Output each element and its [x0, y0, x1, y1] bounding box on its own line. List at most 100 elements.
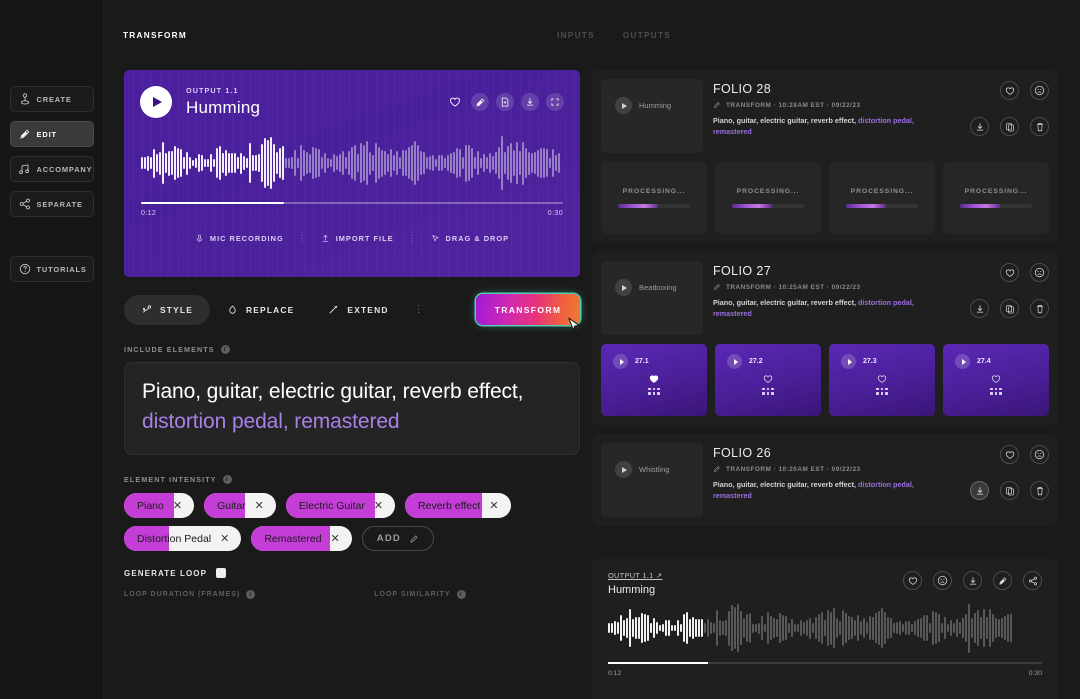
- processing-card[interactable]: PROCESSING...: [715, 162, 821, 234]
- download-icon[interactable]: [970, 117, 989, 136]
- result-card[interactable]: 27.3: [829, 344, 935, 416]
- folio-card[interactable]: Whistling FOLIO 26 TRANSFORM · 10:20AM EST…: [592, 434, 1058, 526]
- dislike-face-icon[interactable]: [933, 571, 952, 590]
- play-button[interactable]: [727, 354, 742, 369]
- transform-button[interactable]: TRANSFORM: [476, 294, 580, 331]
- more-options-icon[interactable]: ⋮: [406, 304, 432, 315]
- intensity-tag[interactable]: Reverb effect ✕: [405, 493, 511, 518]
- bottom-waveform[interactable]: [608, 600, 1042, 656]
- remove-tag-icon[interactable]: ✕: [220, 532, 229, 545]
- folio-thumbnail[interactable]: Whistling: [601, 443, 703, 517]
- favorite-icon[interactable]: [991, 374, 1001, 384]
- favorite-icon[interactable]: [877, 374, 887, 384]
- import-file-option[interactable]: IMPORT FILE: [307, 234, 408, 243]
- edit-icon[interactable]: [993, 571, 1012, 590]
- folio-card[interactable]: Humming FOLIO 28 TRANSFORM · 10:28AM EST ·…: [592, 70, 1058, 243]
- favorite-icon[interactable]: [1000, 263, 1019, 282]
- info-icon[interactable]: i: [456, 590, 466, 599]
- play-button[interactable]: [615, 97, 632, 114]
- bottom-player-kicker[interactable]: OUTPUT 1.1 ↗: [608, 571, 662, 580]
- remove-tag-icon[interactable]: ✕: [173, 499, 182, 512]
- remove-tag-icon[interactable]: ✕: [331, 532, 340, 545]
- dislike-face-icon[interactable]: [1030, 81, 1049, 100]
- folio-meta-text: TRANSFORM · 10:20AM EST · 09/22/23: [726, 465, 861, 473]
- style-button[interactable]: STYLE: [124, 294, 210, 325]
- favorite-icon[interactable]: [446, 93, 464, 111]
- favorite-icon[interactable]: [903, 571, 922, 590]
- result-card[interactable]: 27.4: [943, 344, 1049, 416]
- processing-card[interactable]: PROCESSING...: [601, 162, 707, 234]
- grid-menu-icon[interactable]: [876, 388, 888, 395]
- drag-drop-option[interactable]: DRAG & DROP: [417, 234, 524, 243]
- extend-button[interactable]: EXTEND: [311, 295, 405, 325]
- sidebar-item-tutorials[interactable]: TUTORIALS: [9, 256, 94, 282]
- prompt-plain-text: Piano, guitar, electric guitar, reverb e…: [142, 380, 524, 403]
- favorite-icon[interactable]: [649, 374, 659, 384]
- grid-menu-icon[interactable]: [990, 388, 1002, 395]
- edit-icon[interactable]: [471, 93, 489, 111]
- upload-icon: [322, 234, 329, 242]
- player-progress-track[interactable]: [141, 202, 563, 204]
- dislike-face-icon[interactable]: [1030, 445, 1049, 464]
- play-button[interactable]: [615, 279, 632, 296]
- grid-menu-icon[interactable]: [648, 388, 660, 395]
- generate-loop-row[interactable]: GENERATE LOOP: [124, 568, 580, 578]
- remove-tag-icon[interactable]: ✕: [374, 499, 383, 512]
- favorite-icon[interactable]: [763, 374, 773, 384]
- favorite-icon[interactable]: [1000, 445, 1019, 464]
- copy-icon[interactable]: [1000, 481, 1019, 500]
- info-icon[interactable]: i: [222, 475, 232, 484]
- play-button[interactable]: [615, 461, 632, 478]
- intensity-tag[interactable]: Distortion Pedal ✕: [124, 526, 242, 551]
- folio-description: Piano, guitar, electric guitar, reverb e…: [713, 480, 943, 502]
- intensity-tag[interactable]: Electric Guitar ✕: [285, 493, 396, 518]
- file-icon[interactable]: [496, 93, 514, 111]
- result-card[interactable]: 27.2: [715, 344, 821, 416]
- sidebar-item-create[interactable]: CREATE: [9, 86, 94, 112]
- edit-pencil-icon: [714, 466, 720, 472]
- generate-loop-checkbox[interactable]: [216, 568, 227, 578]
- folio-thumbnail[interactable]: Humming: [601, 79, 703, 153]
- processing-label: PROCESSING...: [736, 188, 800, 195]
- favorite-icon[interactable]: [1000, 81, 1019, 100]
- intensity-tag[interactable]: Remastered ✕: [251, 526, 352, 551]
- folio-card[interactable]: Beatboxing FOLIO 27 TRANSFORM · 10:25AM ES…: [592, 252, 1058, 425]
- dislike-face-icon[interactable]: [1030, 263, 1049, 282]
- download-icon[interactable]: [970, 299, 989, 318]
- folio-list-panel[interactable]: Humming FOLIO 28 TRANSFORM · 10:28AM EST ·…: [580, 0, 1080, 699]
- delete-icon[interactable]: [1030, 481, 1049, 500]
- intensity-tag[interactable]: Guitar ✕: [204, 493, 276, 518]
- add-tag-button[interactable]: ADD: [361, 526, 434, 551]
- remove-tag-icon[interactable]: ✕: [255, 499, 264, 512]
- include-elements-input[interactable]: Piano, guitar, electric guitar, reverb e…: [124, 362, 580, 455]
- replace-button[interactable]: REPLACE: [210, 295, 311, 325]
- play-button[interactable]: [613, 354, 628, 369]
- sidebar-item-edit[interactable]: EDIT: [9, 121, 94, 147]
- sidebar-item-separate[interactable]: SEPARATE: [9, 191, 94, 217]
- expand-icon[interactable]: [546, 93, 564, 111]
- download-icon[interactable]: [970, 481, 989, 500]
- info-icon[interactable]: i: [246, 590, 256, 599]
- copy-icon[interactable]: [1000, 117, 1019, 136]
- copy-icon[interactable]: [1000, 299, 1019, 318]
- mic-recording-option[interactable]: MIC RECORDING: [181, 234, 298, 243]
- play-button[interactable]: [140, 86, 172, 118]
- sidebar-item-accompany[interactable]: ACCOMPANY: [9, 156, 94, 182]
- result-card[interactable]: 27.1: [601, 344, 707, 416]
- grid-menu-icon[interactable]: [762, 388, 774, 395]
- intensity-tag[interactable]: Piano ✕: [124, 493, 195, 518]
- delete-icon[interactable]: [1030, 117, 1049, 136]
- processing-card[interactable]: PROCESSING...: [943, 162, 1049, 234]
- waveform[interactable]: [141, 132, 563, 194]
- share-icon[interactable]: [1023, 571, 1042, 590]
- folio-thumbnail[interactable]: Beatboxing: [601, 261, 703, 335]
- play-button[interactable]: [955, 354, 970, 369]
- delete-icon[interactable]: [1030, 299, 1049, 318]
- remove-tag-icon[interactable]: ✕: [489, 499, 498, 512]
- info-icon[interactable]: i: [220, 345, 230, 354]
- processing-card[interactable]: PROCESSING...: [829, 162, 935, 234]
- download-icon[interactable]: [963, 571, 982, 590]
- bottom-progress-track[interactable]: [608, 662, 1042, 664]
- download-icon[interactable]: [521, 93, 539, 111]
- play-button[interactable]: [841, 354, 856, 369]
